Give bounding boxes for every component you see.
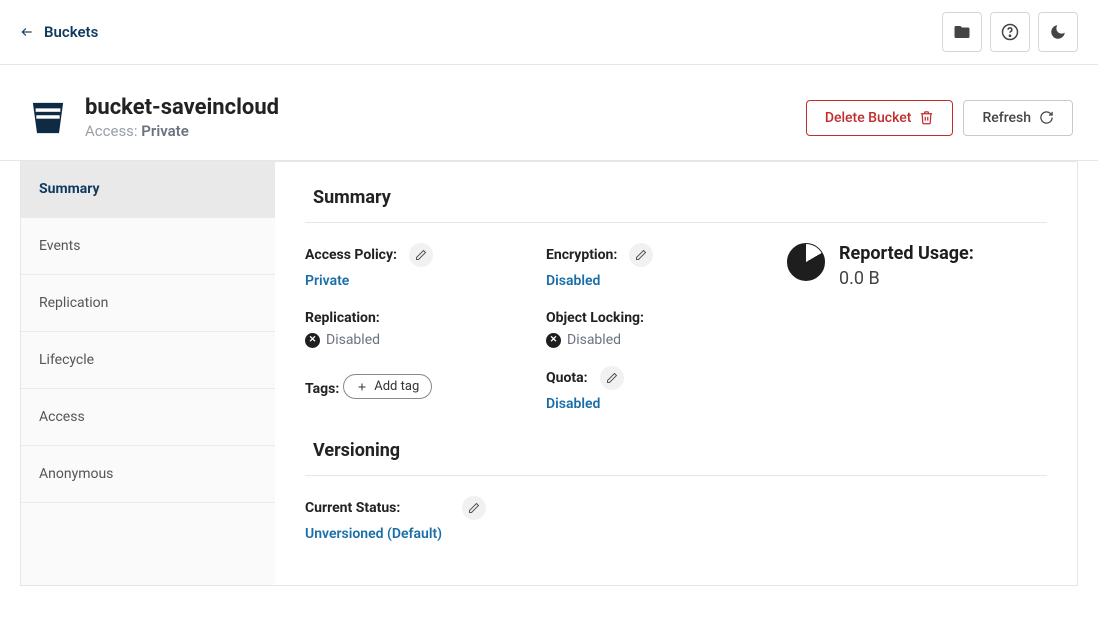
object-locking-label: Object Locking: — [546, 310, 644, 326]
body: Summary Events Replication Lifecycle Acc… — [20, 161, 1078, 586]
delete-bucket-label: Delete Bucket — [825, 110, 912, 126]
replication-value: Disabled — [326, 332, 380, 348]
sidebar: Summary Events Replication Lifecycle Acc… — [20, 161, 275, 586]
add-tag-label: Add tag — [374, 379, 419, 394]
pencil-icon — [606, 372, 618, 384]
usage-value: 0.0 B — [839, 268, 974, 289]
page-header: bucket-saveincloud Access: Private Delet… — [0, 65, 1098, 161]
tags-label: Tags: — [305, 381, 339, 397]
refresh-icon — [1039, 110, 1054, 125]
topbar-actions — [942, 12, 1078, 52]
quota-value[interactable]: Disabled — [546, 396, 767, 412]
pencil-icon — [468, 502, 480, 514]
sidebar-item-lifecycle[interactable]: Lifecycle — [21, 332, 275, 389]
divider — [305, 475, 1047, 476]
refresh-label: Refresh — [982, 110, 1031, 126]
encryption-value[interactable]: Disabled — [546, 273, 767, 289]
help-button[interactable] — [990, 12, 1030, 52]
access-value: Private — [141, 122, 189, 140]
sidebar-item-summary[interactable]: Summary — [21, 161, 275, 218]
main-panel: Summary Access Policy: Private Replicat — [275, 161, 1078, 586]
pencil-icon — [415, 249, 427, 261]
disabled-icon — [305, 333, 320, 348]
access-policy-label: Access Policy: — [305, 247, 397, 263]
divider — [305, 222, 1047, 223]
quota-label: Quota: — [546, 370, 588, 386]
access-policy-field: Access Policy: Private — [305, 243, 526, 289]
access-label: Access: — [85, 122, 138, 140]
summary-title: Summary — [313, 187, 1047, 208]
sidebar-item-events[interactable]: Events — [21, 218, 275, 275]
sidebar-item-anonymous[interactable]: Anonymous — [21, 446, 275, 503]
encryption-label: Encryption: — [546, 247, 617, 263]
breadcrumb-area[interactable]: Buckets — [20, 23, 98, 41]
sidebar-item-access[interactable]: Access — [21, 389, 275, 446]
moon-icon — [1049, 23, 1067, 41]
page-title: bucket-saveincloud — [85, 95, 279, 120]
reported-usage: Reported Usage: 0.0 B — [787, 243, 1047, 430]
bucket-icon — [25, 95, 70, 140]
folder-icon — [953, 23, 971, 41]
add-tag-button[interactable]: Add tag — [343, 374, 432, 399]
back-arrow-icon — [20, 25, 34, 39]
delete-bucket-button[interactable]: Delete Bucket — [806, 100, 954, 136]
pencil-icon — [635, 249, 647, 261]
sidebar-item-replication[interactable]: Replication — [21, 275, 275, 332]
tags-field: Tags: Add tag — [305, 366, 526, 399]
page-subtitle: Access: Private — [85, 122, 279, 140]
replication-field: Replication: Disabled — [305, 307, 526, 348]
object-locking-field: Object Locking: Disabled — [546, 307, 767, 348]
edit-quota-button[interactable] — [600, 366, 624, 390]
summary-col-1: Access Policy: Private Replication: Disa… — [305, 243, 526, 430]
edit-versioning-button[interactable] — [462, 496, 486, 520]
quota-field: Quota: Disabled — [546, 366, 767, 412]
plus-icon — [356, 381, 368, 393]
trash-icon — [919, 110, 934, 125]
replication-label: Replication: — [305, 310, 380, 326]
breadcrumb[interactable]: Buckets — [44, 23, 98, 41]
refresh-button[interactable]: Refresh — [963, 100, 1073, 136]
edit-access-policy-button[interactable] — [409, 243, 433, 267]
versioning-title: Versioning — [313, 440, 1047, 461]
help-icon — [1001, 23, 1019, 41]
usage-title: Reported Usage: — [839, 243, 974, 264]
folder-button[interactable] — [942, 12, 982, 52]
disabled-icon — [546, 333, 561, 348]
dark-mode-button[interactable] — [1038, 12, 1078, 52]
summary-col-2: Encryption: Disabled Object Locking: Dis… — [546, 243, 767, 430]
access-policy-value[interactable]: Private — [305, 273, 526, 289]
edit-encryption-button[interactable] — [629, 243, 653, 267]
current-status-label: Current Status: — [305, 500, 400, 516]
encryption-field: Encryption: Disabled — [546, 243, 767, 289]
pie-chart-icon — [787, 243, 825, 281]
object-locking-value: Disabled — [567, 332, 621, 348]
top-bar: Buckets — [0, 0, 1098, 65]
current-status-field: Current Status: Unversioned (Default) — [305, 496, 1047, 542]
current-status-value[interactable]: Unversioned (Default) — [305, 526, 1047, 542]
